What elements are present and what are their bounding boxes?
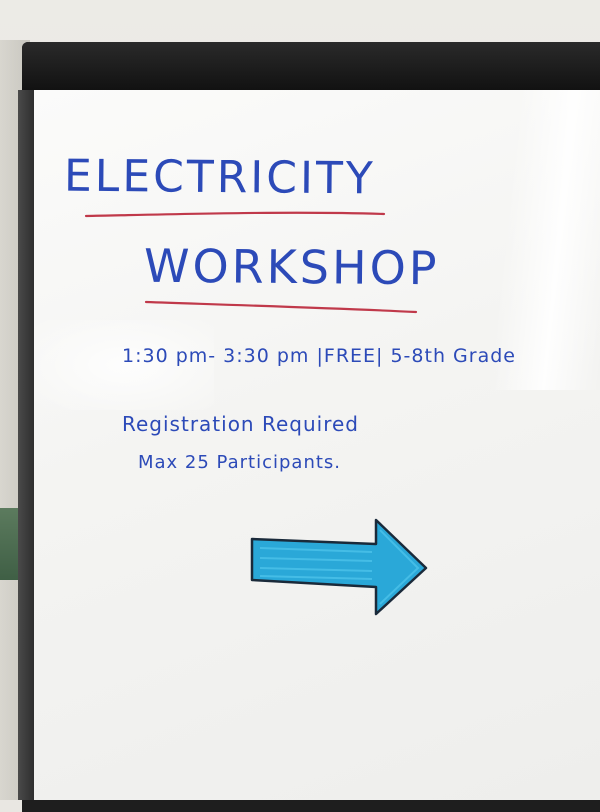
whiteboard-drawings [84,211,428,616]
arrow-right-icon [250,518,428,616]
whiteboard-top-rail [22,42,600,90]
title-1-underline [84,211,386,218]
whiteboard-surface: ELECTRICITY WORKSHOP 1:30 pm- 3:30 pm |F… [34,90,600,800]
title-2-underline [144,300,418,314]
